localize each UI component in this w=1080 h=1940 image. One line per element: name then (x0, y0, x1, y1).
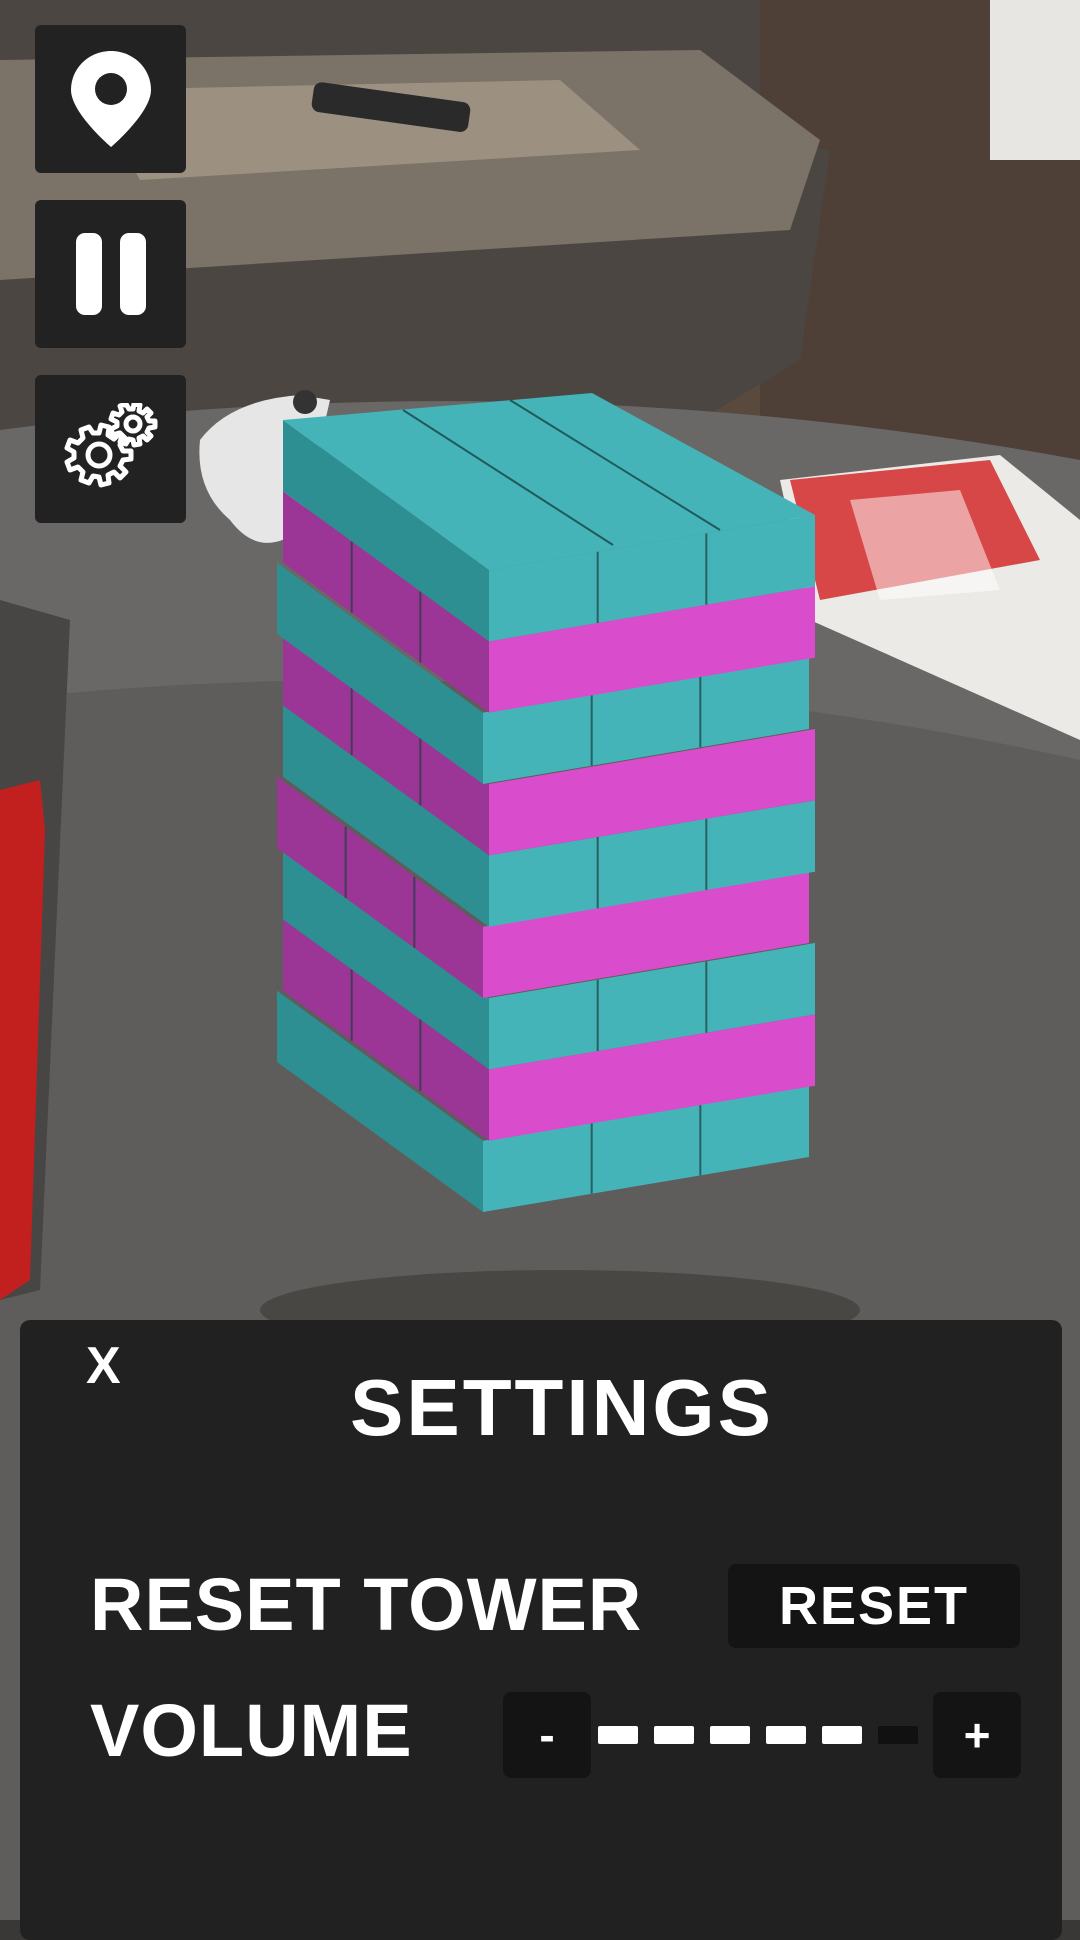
pause-icon (75, 233, 146, 315)
settings-button[interactable] (35, 375, 186, 523)
volume-segment (710, 1726, 750, 1744)
volume-decrease-button[interactable]: - (503, 1692, 591, 1778)
volume-segment (654, 1726, 694, 1744)
volume-segment (598, 1726, 638, 1744)
location-button[interactable] (35, 25, 186, 173)
settings-title: SETTINGS (349, 1363, 775, 1452)
volume-segment (822, 1726, 862, 1744)
volume-segment (766, 1726, 806, 1744)
volume-label: VOLUME (90, 1689, 413, 1772)
reset-tower-label: RESET TOWER (90, 1563, 643, 1646)
pause-button[interactable] (35, 200, 186, 348)
map-pin-icon (70, 51, 151, 147)
volume-segment (878, 1726, 918, 1744)
gears-icon (64, 403, 157, 488)
reset-button[interactable]: RESET (728, 1564, 1020, 1648)
volume-increase-button[interactable]: + (933, 1692, 1021, 1778)
